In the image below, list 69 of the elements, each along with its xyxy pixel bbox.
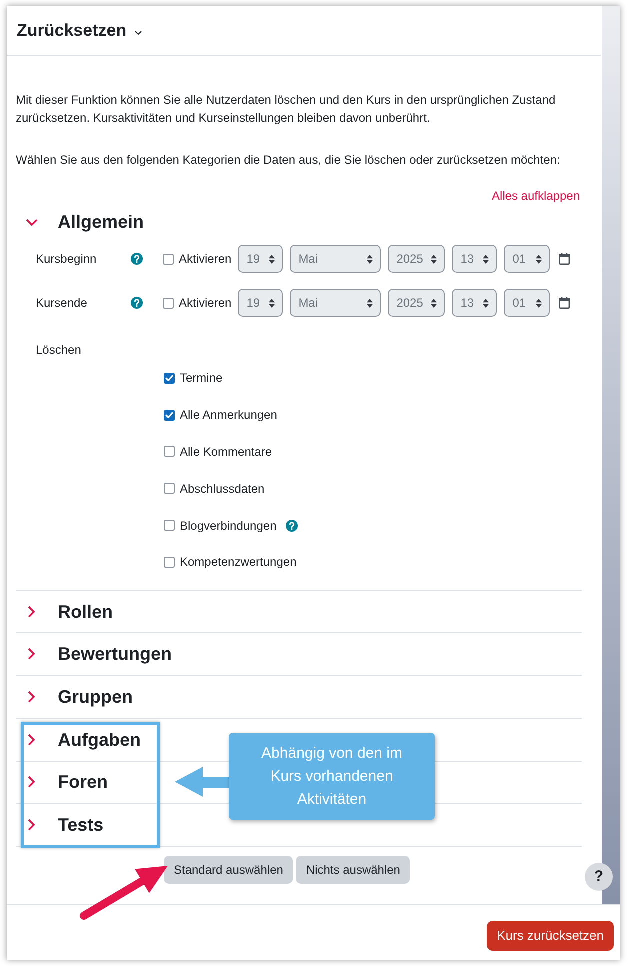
expand-all-link[interactable]: Alles aufklappen <box>492 187 580 205</box>
checkbox-label[interactable]: Abschlussdaten <box>180 480 265 498</box>
sort-arrows-icon <box>482 254 489 264</box>
sort-arrows-icon <box>268 298 275 308</box>
chevron-down-icon[interactable] <box>26 218 38 226</box>
checkbox-label[interactable]: Aktivieren <box>179 294 232 312</box>
chevron-right-icon[interactable] <box>28 606 35 618</box>
minute-select[interactable]: 01 <box>504 245 550 273</box>
chevron-right-icon[interactable] <box>28 648 35 660</box>
checkbox[interactable] <box>163 298 174 308</box>
help-icon[interactable] <box>131 253 143 265</box>
day-select[interactable]: 19 <box>238 289 283 317</box>
hour-select[interactable]: 13 <box>452 245 497 273</box>
month-select[interactable]: Mai <box>290 245 381 273</box>
help-button[interactable]: ? <box>585 863 613 891</box>
chevron-right-icon[interactable] <box>28 734 35 746</box>
checkbox[interactable] <box>164 410 175 421</box>
chevron-right-icon[interactable] <box>28 691 35 703</box>
minute-select[interactable]: 01 <box>504 289 550 317</box>
help-icon[interactable] <box>131 297 143 309</box>
field-label: Kursende <box>36 296 88 310</box>
checkbox-label[interactable]: Alle Anmerkungen <box>180 406 278 424</box>
section-heading[interactable]: Rollen <box>58 600 114 623</box>
checkbox-label[interactable]: Blogverbindungen <box>180 516 277 535</box>
chevron-right-icon[interactable] <box>28 819 35 832</box>
help-icon[interactable] <box>286 520 298 532</box>
select-button[interactable]: Nichts auswählen <box>296 856 410 884</box>
field-label: Kursbeginn <box>36 252 97 266</box>
year-select[interactable]: 2025 <box>388 289 445 317</box>
sort-arrows-icon <box>366 254 373 264</box>
intro-text: Mit dieser Funktion können Sie alle Nutzerdaten löschen und den Kurs in den ursprünglichen Zustand zurücksetzen. Kursaktivitäten und Kurseinstellungen bleiben davon unberührt. <box>16 92 557 127</box>
checkbox[interactable] <box>164 446 175 458</box>
sort-arrows-icon <box>430 254 437 264</box>
sort-arrows-icon <box>430 298 437 308</box>
caret-down-icon[interactable] <box>134 30 142 34</box>
section-heading[interactable]: Aufgaben <box>58 728 141 751</box>
sort-arrows-icon <box>366 298 373 308</box>
intro-text: Wählen Sie aus den folgenden Kategorien die Daten aus, die Sie löschen oder zurücksetzen möchten: <box>16 152 562 169</box>
select-button[interactable]: Standard auswählen <box>164 856 294 884</box>
hour-select[interactable]: 13 <box>452 289 497 317</box>
dialog-title: Zurücksetzen <box>17 20 127 42</box>
checkbox[interactable] <box>164 556 175 568</box>
checkbox[interactable] <box>164 372 175 384</box>
checkbox[interactable] <box>163 254 174 264</box>
calendar-icon[interactable] <box>558 253 570 265</box>
section-heading[interactable]: Bewertungen <box>58 643 172 666</box>
callout-bubble: Abhängig von den im Kurs vorhandenen Aktivitäten <box>229 733 435 820</box>
checkbox[interactable] <box>164 483 175 494</box>
checkbox-label[interactable]: Kompetenzwertungen <box>180 553 297 572</box>
month-select[interactable]: Mai <box>290 289 381 317</box>
sort-arrows-icon <box>536 298 542 308</box>
reset-course-button[interactable]: Kurs zurücksetzen <box>487 921 614 951</box>
field-label: Löschen <box>36 343 82 357</box>
calendar-icon[interactable] <box>558 297 570 309</box>
checkbox[interactable] <box>164 520 175 532</box>
year-select[interactable]: 2025 <box>388 245 445 273</box>
section-heading[interactable]: Foren <box>58 771 108 794</box>
day-select[interactable]: 19 <box>238 245 283 273</box>
section-heading[interactable]: Gruppen <box>58 686 133 708</box>
section-heading[interactable]: Allgemein <box>58 211 144 233</box>
callout-arrow <box>175 767 229 797</box>
sort-arrows-icon <box>482 298 489 308</box>
sort-arrows-icon <box>268 254 275 264</box>
checkbox-label[interactable]: Aktivieren <box>179 250 232 268</box>
checkbox-label[interactable]: Alle Kommentare <box>180 442 272 461</box>
chevron-right-icon[interactable] <box>28 776 35 788</box>
sort-arrows-icon <box>536 254 542 264</box>
section-heading[interactable]: Tests <box>58 814 104 836</box>
checkbox-label[interactable]: Termine <box>180 369 223 388</box>
